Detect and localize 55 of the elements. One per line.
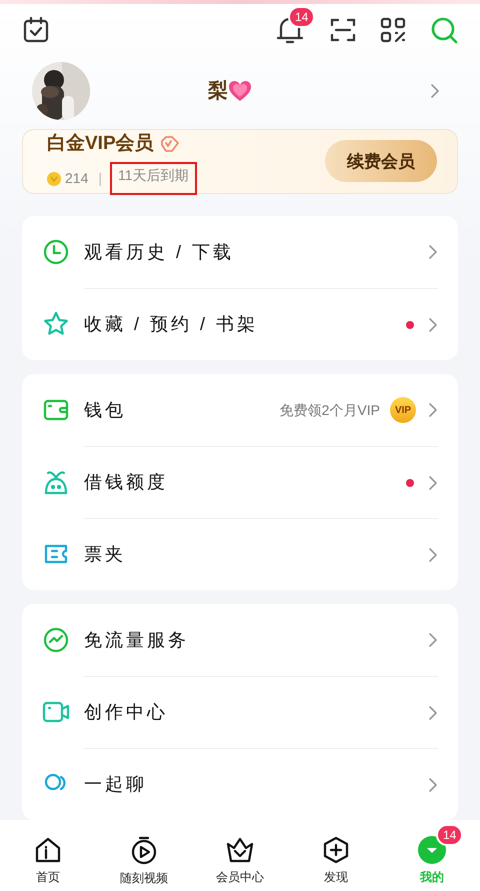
vip-card[interactable]: 白金VIP会员 214 | 11天后到期 续费会员 [22, 128, 458, 194]
coin-icon [47, 172, 61, 186]
trend-icon [43, 627, 69, 653]
nav-tab[interactable]: 14 我的 [384, 822, 480, 890]
promo-text: 免费领2个月VIP [280, 400, 380, 420]
vip-title: 白金VIP会员 [47, 132, 154, 156]
chevron-icon [428, 474, 438, 490]
chevron-icon [428, 316, 438, 332]
points-count: 214 [65, 169, 88, 188]
chevron-icon [428, 632, 438, 648]
chevron-icon [428, 402, 438, 418]
clock-icon [43, 239, 69, 265]
menu-label: 一起聊 [84, 773, 148, 796]
nav-tab[interactable]: 会员中心 [192, 822, 288, 890]
nav-tab[interactable]: 发现 [288, 822, 384, 890]
chevron-icon [430, 82, 440, 99]
menu-item[interactable]: 票夹 [22, 518, 458, 590]
menu-item[interactable]: 免流量服务 [22, 604, 458, 676]
nav-tab[interactable]: 随刻视频 [96, 820, 192, 890]
menu-label: 创作中心 [84, 701, 169, 724]
qr-code-icon[interactable] [380, 16, 406, 43]
menu-label: 钱包 [84, 398, 127, 422]
home-icon [34, 836, 62, 864]
menu-label: 票夹 [84, 543, 127, 566]
level-icon [160, 134, 180, 153]
calendar-check-icon[interactable] [22, 16, 50, 44]
nav-tab[interactable]: 首页 [0, 822, 96, 890]
crown-icon [225, 836, 255, 864]
wallet-icon [43, 398, 69, 422]
plus-hexagon-icon [322, 836, 350, 864]
ticket-icon [43, 542, 69, 566]
play-icon [130, 834, 158, 864]
notification-badge: 14 [288, 6, 316, 28]
nav-badge: 14 [436, 824, 464, 846]
menu-item[interactable]: 借钱额度 [22, 446, 458, 518]
expiry-text: 11天后到期 [112, 164, 195, 193]
video-camera-icon [42, 700, 70, 724]
scan-icon[interactable] [330, 16, 356, 43]
chevron-icon [428, 704, 438, 720]
chevron-icon [428, 546, 438, 562]
menu-label: 观看历史 / 下载 [84, 240, 236, 264]
menu-item[interactable]: 钱包 免费领2个月VIP VIP [22, 374, 458, 446]
menu-label: 免流量服务 [84, 628, 190, 652]
chevron-icon [428, 244, 438, 260]
user-name: 梨 [208, 78, 228, 104]
menu-label: 借钱额度 [84, 471, 169, 494]
renew-button[interactable]: 续费会员 [325, 140, 437, 182]
vip-coin: VIP [390, 397, 416, 423]
heart-icon [228, 80, 252, 102]
menu-item[interactable]: 创作中心 [22, 676, 458, 748]
menu-item[interactable]: 观看历史 / 下载 [22, 216, 458, 288]
menu-item[interactable]: 收藏 / 预约 / 书架 [22, 288, 458, 360]
chevron-icon [428, 776, 438, 792]
menu-label: 收藏 / 预约 / 书架 [84, 313, 260, 336]
separator-text: | [98, 169, 102, 188]
